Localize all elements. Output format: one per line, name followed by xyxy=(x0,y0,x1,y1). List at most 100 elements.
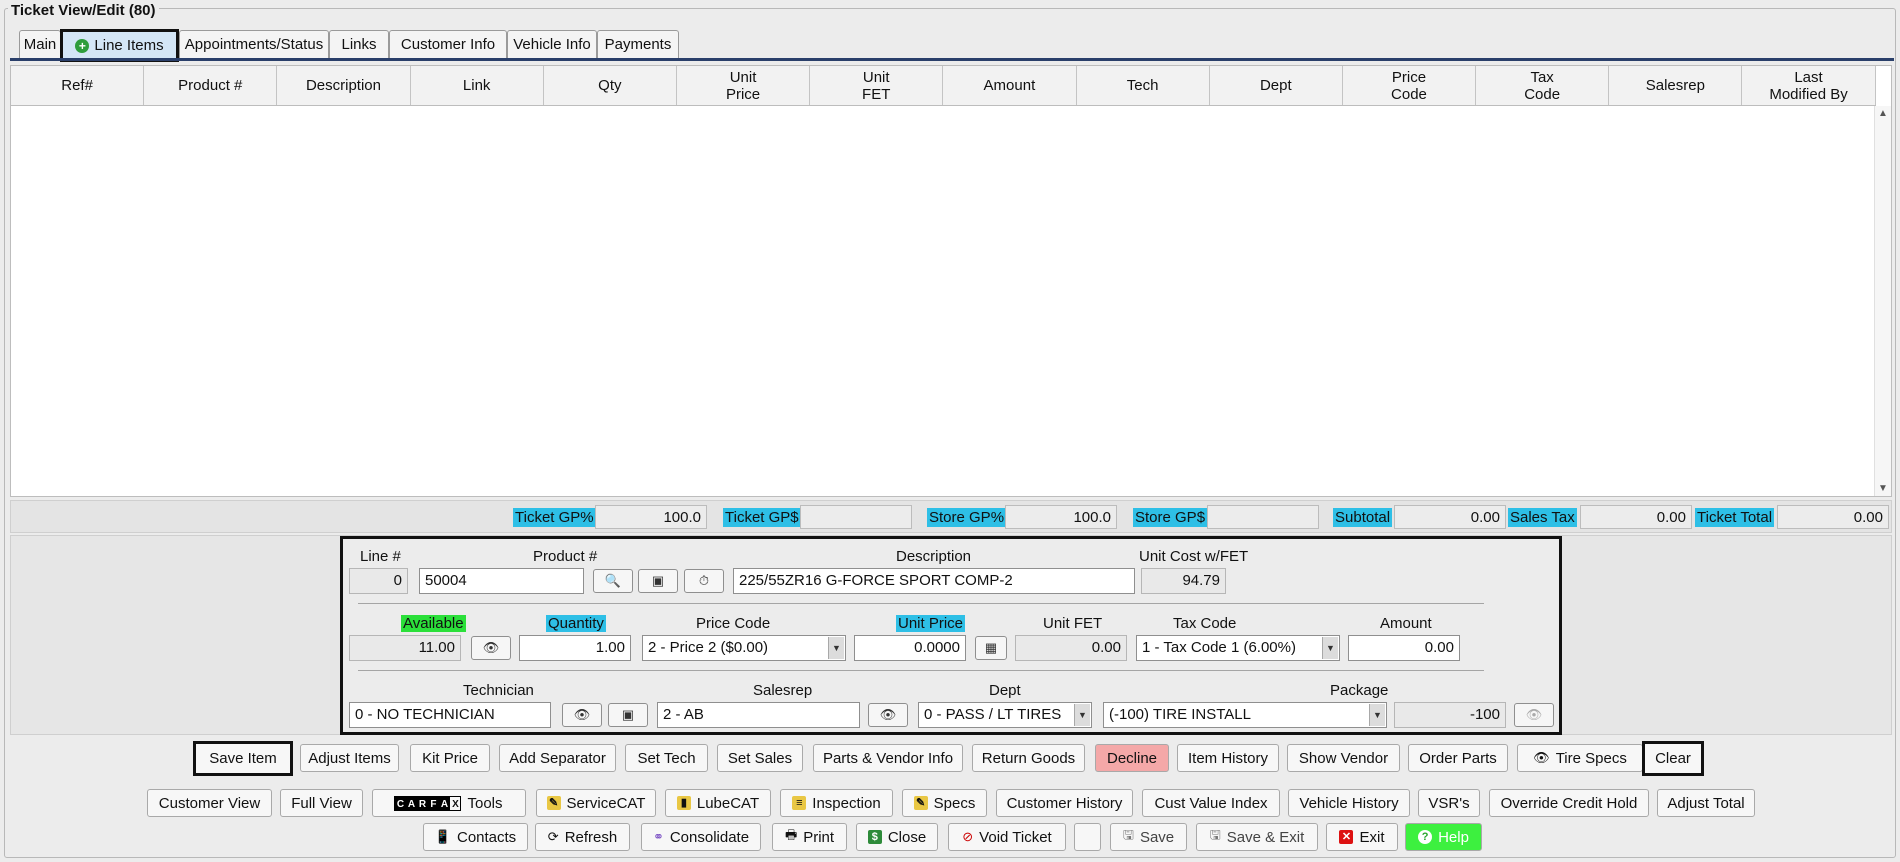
save-item-button[interactable]: Save Item xyxy=(193,741,293,776)
clear-button[interactable]: Clear xyxy=(1642,741,1704,776)
product-lookup-icon[interactable]: ▣ xyxy=(638,569,678,593)
chevron-down-icon[interactable]: ▼ xyxy=(1322,637,1338,659)
add-separator-button[interactable]: Add Separator xyxy=(499,744,616,772)
technician-lookup-icon[interactable]: 👁 xyxy=(562,703,602,727)
unit-fet-label: Unit FET xyxy=(1043,615,1103,632)
vsrs-button[interactable]: VSR's xyxy=(1418,789,1480,817)
description-input[interactable]: 225/55ZR16 G-FORCE SPORT COMP-2 xyxy=(733,568,1135,594)
tab-customer-info[interactable]: Customer Info xyxy=(389,30,507,58)
tab-label: Customer Info xyxy=(400,36,496,53)
tab-links[interactable]: Links xyxy=(329,30,389,58)
inspection-button[interactable]: ≡ Inspection xyxy=(780,789,893,817)
unit-price-input[interactable]: 0.0000 xyxy=(854,635,966,661)
floppy-disk-icon: 🖫 xyxy=(1209,827,1221,842)
column-header[interactable]: Tax Code xyxy=(1476,66,1610,105)
view-availability-icon[interactable]: 👁 xyxy=(471,636,511,660)
close-button[interactable]: $ Close xyxy=(856,823,938,851)
column-header[interactable]: Product # xyxy=(144,66,278,105)
servicecat-button[interactable]: ✎ ServiceCAT xyxy=(536,789,656,817)
order-parts-button[interactable]: Order Parts xyxy=(1408,744,1508,772)
chevron-down-icon[interactable]: ▼ xyxy=(1369,704,1385,726)
calculator-icon[interactable]: ▦ xyxy=(975,636,1007,660)
customer-history-button[interactable]: Customer History xyxy=(996,789,1133,817)
tax-code-select[interactable]: 1 - Tax Code 1 (6.00%) ▼ xyxy=(1136,635,1340,661)
parts-vendor-info-button[interactable]: Parts & Vendor Info xyxy=(813,744,963,772)
scroll-down-icon[interactable]: ▼ xyxy=(1878,483,1888,494)
eye-icon: 👁 xyxy=(1533,750,1550,765)
dept-select[interactable]: 0 - PASS / LT TIRES ▼ xyxy=(918,702,1092,728)
decline-button[interactable]: Decline xyxy=(1095,744,1169,772)
blank-button[interactable] xyxy=(1074,823,1101,851)
tab-main[interactable]: Main xyxy=(19,30,61,58)
amount-label: Amount xyxy=(1380,615,1432,632)
package-select[interactable]: (-100) TIRE INSTALL ▼ xyxy=(1103,702,1387,728)
clock-icon[interactable]: ⏱ xyxy=(684,569,724,593)
column-header[interactable]: Qty xyxy=(544,66,677,105)
set-sales-button[interactable]: Set Sales xyxy=(717,744,803,772)
kit-price-button[interactable]: Kit Price xyxy=(410,744,490,772)
specs-button[interactable]: ✎ Specs xyxy=(902,789,987,817)
subtotal-value: 0.00 xyxy=(1394,505,1506,529)
package-view-icon[interactable]: 👁 xyxy=(1514,703,1554,727)
column-header[interactable]: Amount xyxy=(943,66,1077,105)
amount-input[interactable]: 0.00 xyxy=(1348,635,1460,661)
tab-payments[interactable]: Payments xyxy=(597,30,679,58)
tab-vehicle-info[interactable]: Vehicle Info xyxy=(507,30,597,58)
carfax-tools-button[interactable]: CARFAX Tools xyxy=(372,789,526,817)
vertical-scrollbar[interactable]: ▲ ▼ xyxy=(1874,106,1891,496)
void-ticket-button[interactable]: ⊘ Void Ticket xyxy=(948,823,1066,851)
line-item-editor: Line # 0 Product # 50004 🔍 ▣ ⏱ Descripti… xyxy=(340,536,1562,735)
item-history-button[interactable]: Item History xyxy=(1177,744,1279,772)
adjust-total-button[interactable]: Adjust Total xyxy=(1657,789,1755,817)
consolidate-button[interactable]: ⚭ Consolidate xyxy=(641,823,761,851)
product-search-icon[interactable]: 🔍 xyxy=(593,569,633,593)
show-vendor-button[interactable]: Show Vendor xyxy=(1287,744,1400,772)
technician-list-icon[interactable]: ▣ xyxy=(608,703,648,727)
product-number-input[interactable]: 50004 xyxy=(419,568,584,594)
column-header[interactable]: Price Code xyxy=(1343,66,1477,105)
tab-appointments-status[interactable]: Appointments/Status xyxy=(179,30,329,58)
column-header[interactable]: Salesrep xyxy=(1609,66,1743,105)
save-button[interactable]: 🖫 Save xyxy=(1110,823,1187,851)
consolidate-icon: ⚭ xyxy=(652,829,664,844)
column-header[interactable]: Link xyxy=(411,66,544,105)
column-header-label: Tax Code xyxy=(1524,68,1561,103)
set-tech-button[interactable]: Set Tech xyxy=(625,744,708,772)
customer-view-button[interactable]: Customer View xyxy=(147,789,272,817)
adjust-items-button[interactable]: Adjust Items xyxy=(300,744,399,772)
cust-value-index-button[interactable]: Cust Value Index xyxy=(1142,789,1280,817)
column-header[interactable]: Unit Price xyxy=(677,66,811,105)
column-header-label: Link xyxy=(462,77,491,94)
chevron-down-icon[interactable]: ▼ xyxy=(1074,704,1090,726)
exit-button[interactable]: ✕ Exit xyxy=(1326,823,1398,851)
chevron-down-icon[interactable]: ▼ xyxy=(828,637,844,659)
contacts-button[interactable]: 📱 Contacts xyxy=(423,823,528,851)
tire-specs-button[interactable]: 👁 Tire Specs xyxy=(1517,744,1643,772)
full-view-button[interactable]: Full View xyxy=(280,789,363,817)
refresh-icon: ⟳ xyxy=(547,829,559,844)
save-exit-button[interactable]: 🖫 Save & Exit xyxy=(1196,823,1318,851)
unit-cost-field: 94.79 xyxy=(1141,568,1226,594)
column-header[interactable]: Dept xyxy=(1210,66,1343,105)
salesrep-lookup-icon[interactable]: 👁 xyxy=(868,703,908,727)
column-header[interactable]: Last Modified By xyxy=(1742,66,1876,105)
column-header[interactable]: Description xyxy=(277,66,411,105)
return-goods-button[interactable]: Return Goods xyxy=(972,744,1085,772)
quantity-input[interactable]: 1.00 xyxy=(519,635,631,661)
line-items-grid[interactable]: Ref# Product # Description Link Qty Unit Price… xyxy=(10,65,1892,497)
column-header-label: Qty xyxy=(598,77,622,94)
override-credit-hold-button[interactable]: Override Credit Hold xyxy=(1489,789,1649,817)
vehicle-history-button[interactable]: Vehicle History xyxy=(1288,789,1410,817)
price-code-select[interactable]: 2 - Price 2 ($0.00) ▼ xyxy=(642,635,846,661)
tools-label: Tools xyxy=(467,794,503,812)
column-header[interactable]: Unit FET xyxy=(810,66,944,105)
scroll-up-icon[interactable]: ▲ xyxy=(1878,108,1888,119)
column-header[interactable]: Ref# xyxy=(11,66,145,105)
salesrep-input[interactable]: 2 - AB xyxy=(657,702,860,728)
help-button[interactable]: ? Help xyxy=(1405,823,1482,851)
print-button[interactable]: 🖶 Print xyxy=(772,823,847,851)
refresh-button[interactable]: ⟳ Refresh xyxy=(535,823,630,851)
technician-input[interactable]: 0 - NO TECHNICIAN xyxy=(349,702,551,728)
column-header[interactable]: Tech xyxy=(1077,66,1210,105)
lubecat-button[interactable]: ▮ LubeCAT xyxy=(665,789,771,817)
